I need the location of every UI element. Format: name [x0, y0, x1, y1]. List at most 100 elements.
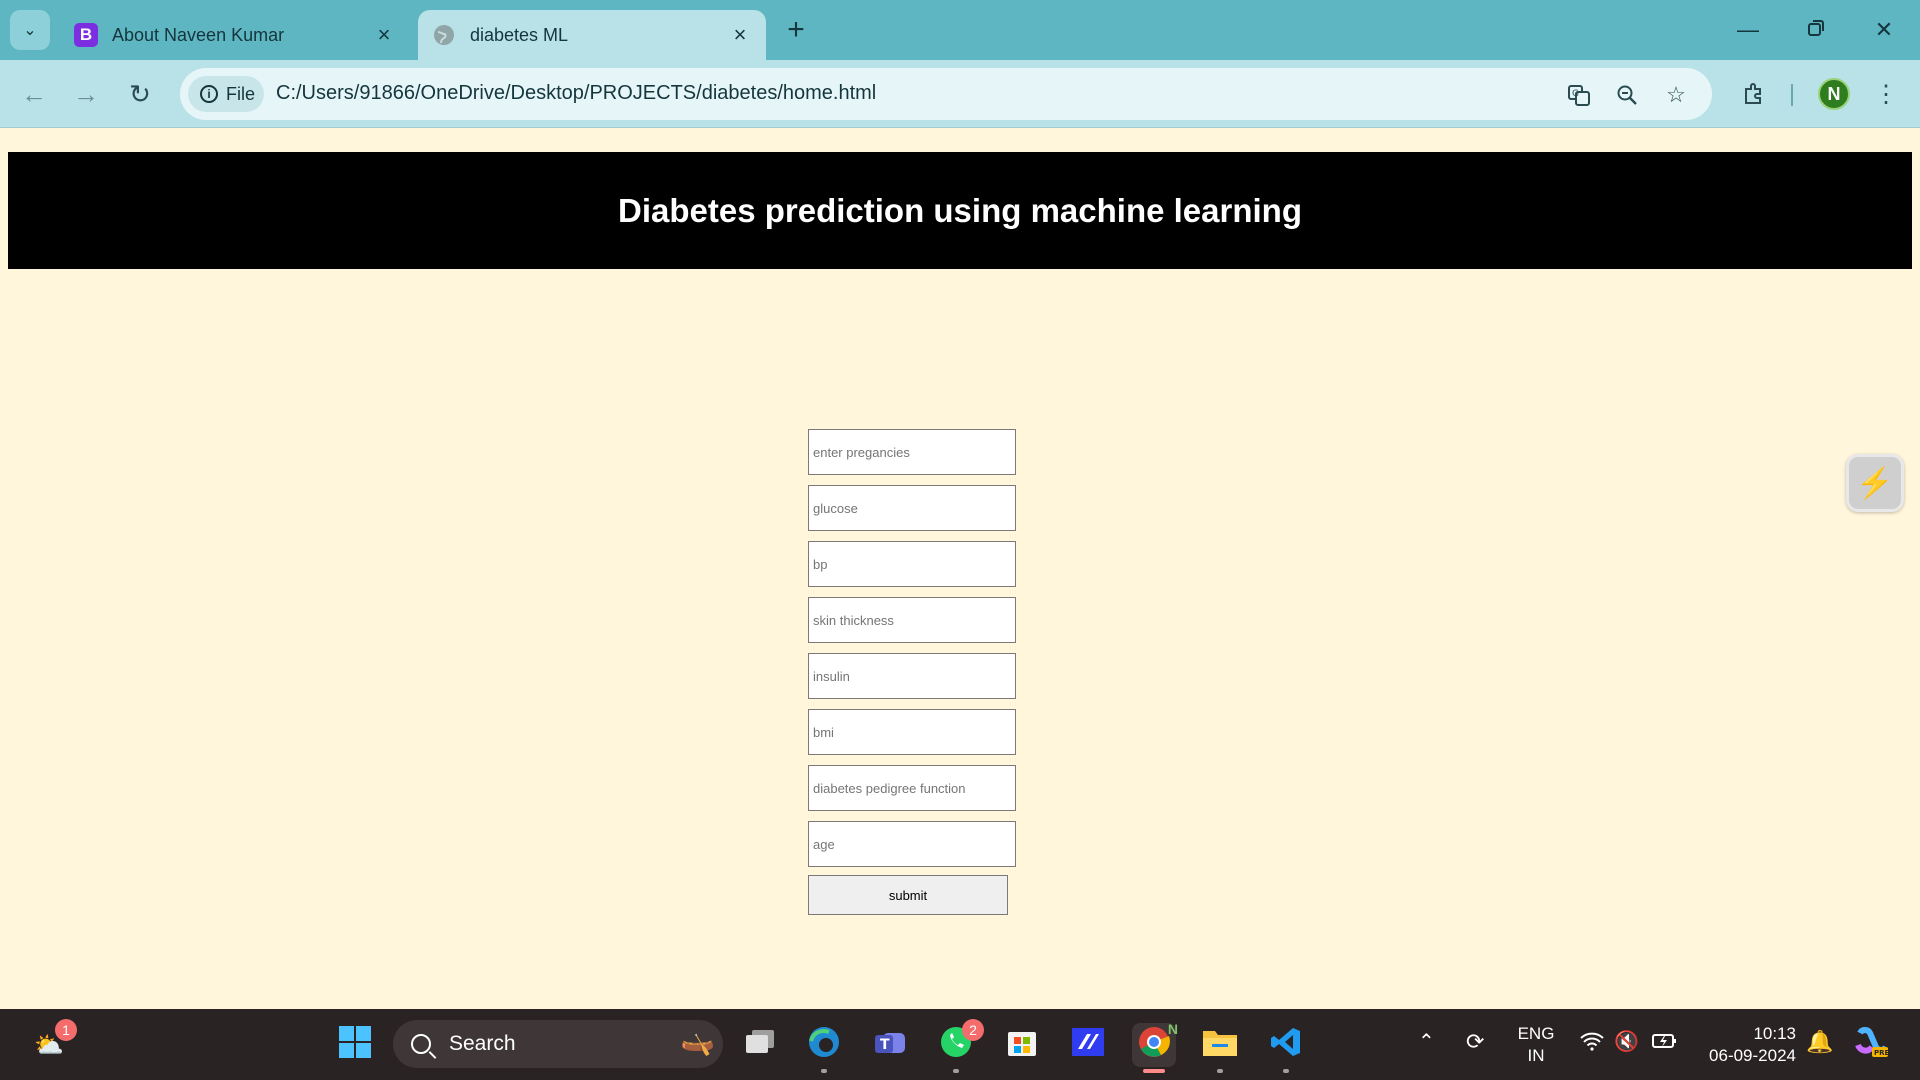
extensions-icon[interactable]: [1734, 74, 1774, 114]
notifications-bell-icon[interactable]: 🔔: [1806, 1029, 1833, 1055]
clock[interactable]: 10:13 06-09-2024: [1698, 1023, 1796, 1067]
battery-charging-icon[interactable]: [1652, 1031, 1678, 1056]
diabetes-pedigree-function-input[interactable]: [808, 765, 1016, 811]
teams-icon: T: [873, 1027, 907, 1064]
prediction-form: submit: [808, 429, 1018, 915]
globe-icon: [432, 23, 456, 47]
minimize-icon: —: [1737, 17, 1759, 42]
menu-kebab-icon[interactable]: ⋮: [1866, 74, 1906, 114]
reload-icon: ↻: [129, 78, 151, 109]
chevron-up-icon: ⌃: [1418, 1031, 1435, 1053]
toolbar-divider: [1791, 84, 1793, 106]
language-label: ENG: [1517, 1024, 1555, 1043]
header-banner: Diabetes prediction using machine learni…: [8, 152, 1912, 269]
pregnancies-input[interactable]: [808, 429, 1016, 475]
profile-avatar[interactable]: N: [1818, 78, 1850, 110]
sync-icon[interactable]: ⟳: [1466, 1029, 1484, 1055]
search-highlight-boat-icon: 🛶: [680, 1025, 715, 1056]
bookmark-star-icon[interactable]: ☆: [1661, 80, 1691, 110]
volume-muted-icon[interactable]: 🔇: [1614, 1029, 1639, 1054]
chrome-app[interactable]: N: [1132, 1021, 1178, 1073]
tab-about-naveen-kumar[interactable]: B About Naveen Kumar ×: [60, 10, 410, 60]
running-indicator: [1217, 1069, 1223, 1073]
restore-button[interactable]: [1794, 8, 1838, 52]
store-icon: [1006, 1026, 1038, 1065]
weather-widget[interactable]: ⛅ 1: [27, 1019, 77, 1067]
whatsapp-notification-badge: 2: [962, 1019, 984, 1041]
zoom-icon[interactable]: [1612, 80, 1642, 110]
region-label: IN: [1527, 1046, 1545, 1065]
task-view-icon: [745, 1029, 775, 1062]
age-input[interactable]: [808, 821, 1016, 867]
windows-taskbar: ⛅ 1 Search 🛶 T 2 N ⌃ ⟳ ENG IN 🔇 10:13 06…: [0, 1009, 1920, 1080]
back-button[interactable]: ←: [14, 74, 54, 114]
info-icon: i: [200, 85, 218, 103]
taskbar-search[interactable]: Search 🛶: [393, 1020, 723, 1068]
running-indicator: [953, 1069, 959, 1073]
close-icon: ✕: [1874, 17, 1894, 42]
windows-logo-icon: [338, 1025, 372, 1066]
vscode-icon: [1270, 1026, 1302, 1065]
close-tab-icon[interactable]: ×: [372, 22, 396, 47]
url-text[interactable]: C:/Users/91866/OneDrive/Desktop/PROJECTS…: [276, 82, 876, 105]
plus-icon: +: [787, 13, 805, 46]
svg-text:T: T: [880, 1037, 890, 1053]
minimize-button[interactable]: —: [1726, 8, 1770, 52]
lightning-icon: ⚡: [1856, 466, 1894, 500]
bootstrap-favicon-icon: B: [74, 23, 98, 47]
insulin-input[interactable]: [808, 653, 1016, 699]
chrome-icon: [1137, 1025, 1171, 1066]
site-info-chip[interactable]: i File: [188, 76, 264, 112]
close-tab-icon[interactable]: ×: [728, 22, 752, 47]
task-view-button[interactable]: [738, 1023, 782, 1067]
file-explorer-app[interactable]: [1198, 1023, 1242, 1073]
tab-diabetes-ml[interactable]: diabetes ML ×: [418, 10, 766, 60]
edge-icon: [807, 1025, 841, 1066]
chevron-down-icon: ⌄: [23, 22, 37, 39]
close-window-button[interactable]: ✕: [1862, 8, 1906, 52]
tab-title: About Naveen Kumar: [112, 24, 285, 45]
clock-date: 06-09-2024: [1709, 1046, 1796, 1065]
new-tab-button[interactable]: +: [778, 12, 814, 48]
edge-app[interactable]: [802, 1023, 846, 1073]
submit-button[interactable]: submit: [808, 875, 1008, 915]
running-indicator: [821, 1069, 827, 1073]
arrow-right-icon: →: [73, 78, 99, 109]
page-content: Diabetes prediction using machine learni…: [0, 129, 1920, 1009]
weather-notification-badge: 1: [55, 1019, 77, 1041]
translate-icon[interactable]: G: [1564, 80, 1594, 110]
browser-toolbar: ← → ↻ i File C:/Users/91866/OneDrive/Des…: [0, 60, 1920, 128]
tab-strip: ⌄ B About Naveen Kumar × diabetes ML × +…: [0, 0, 1920, 60]
search-icon: [411, 1034, 431, 1054]
restore-icon: [1807, 17, 1825, 43]
running-indicator: [1283, 1069, 1289, 1073]
bmi-input[interactable]: [808, 709, 1016, 755]
clock-time: 10:13: [1753, 1024, 1796, 1043]
visual-studio-app[interactable]: [1066, 1023, 1110, 1067]
address-bar[interactable]: i File C:/Users/91866/OneDrive/Desktop/P…: [180, 68, 1712, 120]
reload-button[interactable]: ↻: [120, 74, 160, 114]
active-indicator: [1143, 1069, 1165, 1073]
glucose-input[interactable]: [808, 485, 1016, 531]
whatsapp-app[interactable]: 2: [934, 1019, 984, 1073]
floating-lightning-widget[interactable]: ⚡: [1846, 454, 1904, 512]
tab-search-button[interactable]: ⌄: [10, 10, 50, 50]
arrow-left-icon: ←: [21, 78, 47, 109]
language-indicator[interactable]: ENG IN: [1514, 1023, 1558, 1067]
svg-text:PRE: PRE: [1874, 1049, 1888, 1057]
start-button[interactable]: [333, 1023, 377, 1067]
show-hidden-icons-button[interactable]: ⌃: [1418, 1029, 1435, 1054]
page-title: Diabetes prediction using machine learni…: [618, 191, 1302, 229]
skin-thickness-input[interactable]: [808, 597, 1016, 643]
microsoft-store-app[interactable]: [1000, 1023, 1044, 1067]
search-label: Search: [449, 1032, 516, 1055]
teams-app[interactable]: T: [868, 1023, 912, 1067]
wifi-icon[interactable]: [1580, 1031, 1604, 1056]
copilot-icon[interactable]: PRE: [1854, 1025, 1890, 1064]
forward-button[interactable]: →: [66, 74, 106, 114]
tab-title: diabetes ML: [470, 24, 569, 45]
folder-icon: [1202, 1027, 1238, 1064]
vscode-app[interactable]: [1264, 1023, 1308, 1073]
chrome-profile-badge: N: [1167, 1021, 1178, 1037]
bp-input[interactable]: [808, 541, 1016, 587]
